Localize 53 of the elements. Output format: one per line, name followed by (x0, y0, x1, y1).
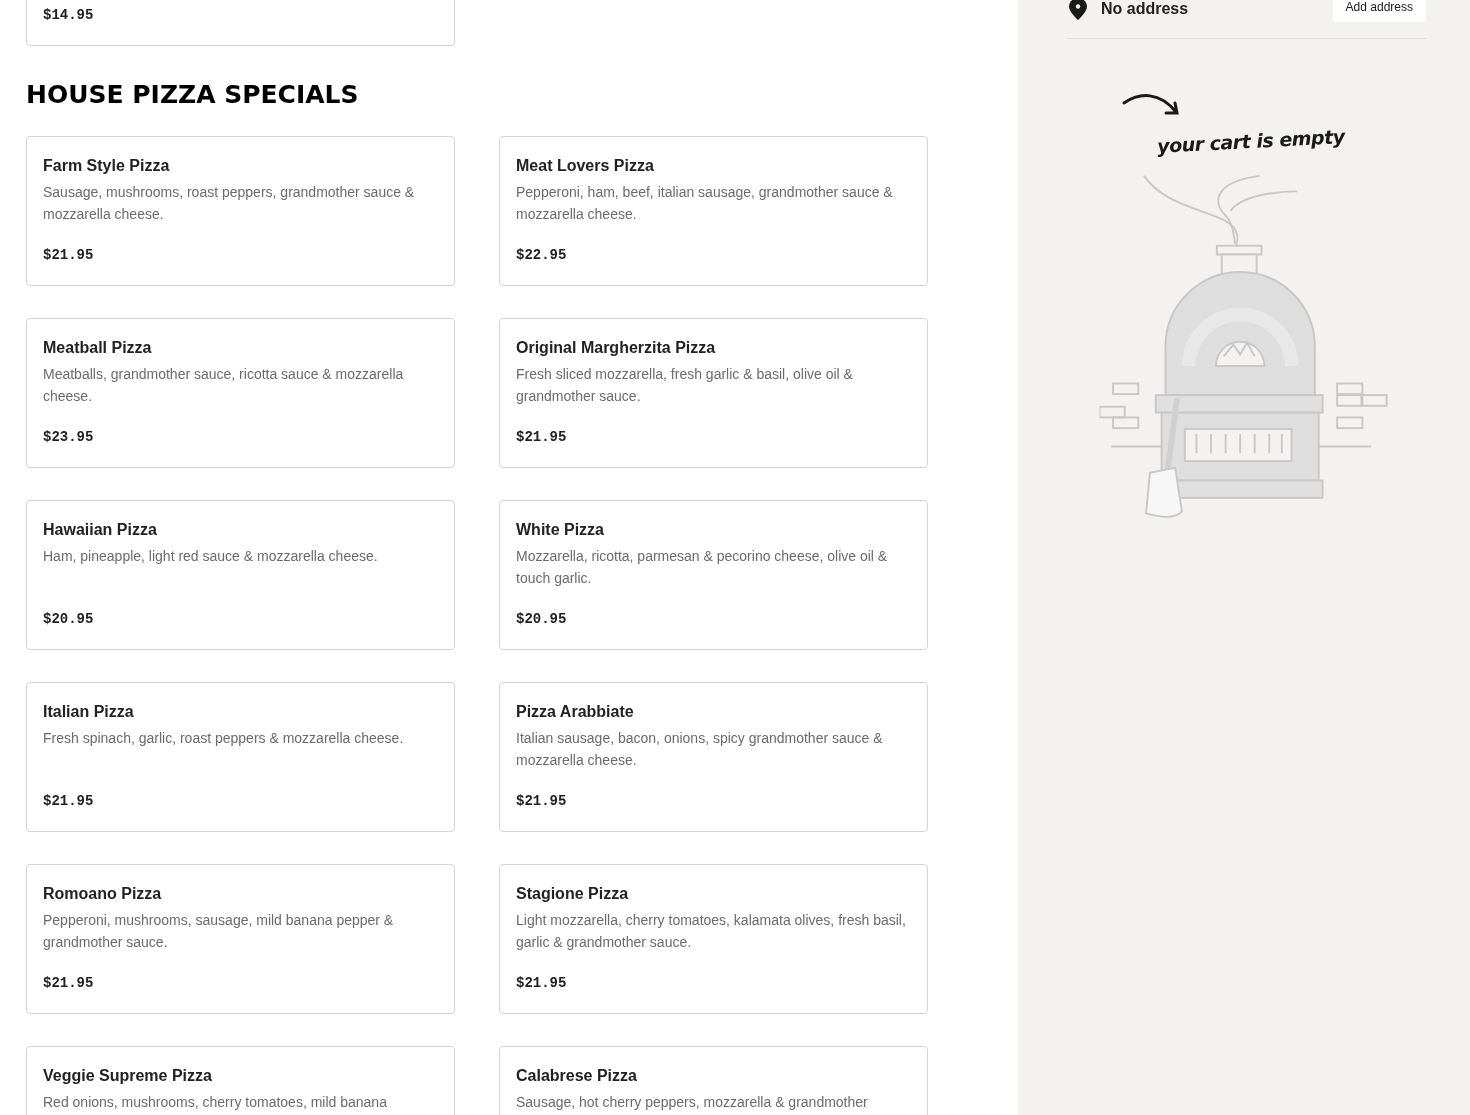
item-price: $21.95 (516, 428, 568, 447)
item-description: Ham, pineapple, light red sauce & mozzarella cheese. (43, 547, 379, 566)
item-description: Fresh spinach, garlic, roast peppers & mozzarella cheese. (43, 729, 405, 748)
item-name: Hawaiian Pizza (43, 520, 158, 540)
item-name: Italian Pizza (43, 702, 135, 722)
item-name: Farm Style Pizza (43, 156, 171, 176)
add-address-button[interactable]: Add address (1332, 0, 1426, 22)
item-name: Pizza Arabbiate (516, 702, 635, 722)
menu-item-card[interactable]: Meat Lovers Pizza Pepperoni, ham, beef, italian sausage, grandmother sauce & mozzarella cheese. $22.95 (499, 136, 928, 286)
address-text: No address (1101, 0, 1189, 19)
menu-item-card[interactable]: Meatball Pizza Meatballs, grandmother sauce, ricotta sauce & mozzarella cheese. $23.95 (26, 318, 455, 468)
section-heading: HOUSE PIZZA SPECIALS (26, 79, 360, 111)
item-name: Meat Lovers Pizza (516, 156, 655, 176)
item-description: Pepperoni, mushrooms, sausage, mild banana pepper & grandmother sauce. (43, 911, 395, 952)
menu-item-card[interactable]: Italian Pizza Fresh spinach, garlic, roast peppers & mozzarella cheese. $21.95 (26, 682, 455, 832)
menu-item-card[interactable]: White Pizza Mozzarella, ricotta, parmesan & pecorino cheese, olive oil & touch garlic. $20.95 (499, 500, 928, 650)
item-description: Meatballs, grandmother sauce, ricotta sauce & mozzarella cheese. (43, 365, 405, 406)
item-description: Sausage, mushrooms, roast peppers, grandmother sauce & mozzarella cheese. (43, 183, 416, 224)
menu-item-card[interactable]: Stagione Pizza Light mozzarella, cherry tomatoes, kalamata olives, fresh basil, garlic & grandmother sauce. $21.95 (499, 864, 928, 1014)
menu-item-card[interactable]: Veggie Supreme Pizza Red onions, mushrooms, cherry tomatoes, mild banana (26, 1046, 455, 1115)
item-price: $21.95 (43, 246, 95, 265)
menu-item-card[interactable]: $14.95 (26, 0, 455, 46)
menu-item-card[interactable]: Hawaiian Pizza Ham, pineapple, light red sauce & mozzarella cheese. $20.95 (26, 500, 455, 650)
curved-arrow-icon (1122, 92, 1180, 117)
item-description: Mozzarella, ricotta, parmesan & pecorino cheese, olive oil & touch garlic. (516, 547, 889, 588)
item-description: Sausage, hot cherry peppers, mozzarella & grandmother (516, 1093, 869, 1112)
item-name: Calabrese Pizza (516, 1066, 638, 1086)
item-price: $21.95 (43, 792, 95, 811)
item-description: Pepperoni, ham, beef, italian sausage, grandmother sauce & mozzarella cheese. (516, 183, 894, 224)
menu-item-card[interactable]: Pizza Arabbiate Italian sausage, bacon, onions, spicy grandmother sauce & mozzarella cheese. $21.95 (499, 682, 928, 832)
item-price: $14.95 (43, 6, 95, 25)
menu-item-card[interactable]: Original Margherzita Pizza Fresh sliced mozzarella, fresh garlic & basil, olive oil & grandmother sauce. $21.95 (499, 318, 928, 468)
item-name: Veggie Supreme Pizza (43, 1066, 213, 1086)
menu-item-card[interactable]: Romoano Pizza Pepperoni, mushrooms, sausage, mild banana pepper & grandmother sauce. $21.95 (26, 864, 455, 1014)
item-price: $20.95 (43, 610, 95, 629)
item-price: $21.95 (516, 974, 568, 993)
item-name: Romoano Pizza (43, 884, 163, 904)
item-name: Original Margherzita Pizza (516, 338, 717, 358)
item-price: $23.95 (43, 428, 95, 447)
item-name: Stagione Pizza (516, 884, 630, 904)
item-name: Meatball Pizza (43, 338, 153, 358)
menu-item-card[interactable]: Calabrese Pizza Sausage, hot cherry peppers, mozzarella & grandmother (499, 1046, 928, 1115)
item-description: Red onions, mushrooms, cherry tomatoes, mild banana (43, 1093, 388, 1112)
menu-item-card[interactable]: Farm Style Pizza Sausage, mushrooms, roast peppers, grandmother sauce & mozzarella cheese. $21.95 (26, 136, 455, 286)
item-description: Fresh sliced mozzarella, fresh garlic & basil, olive oil & grandmother sauce. (516, 365, 854, 406)
item-name: White Pizza (516, 520, 605, 540)
item-price: $21.95 (43, 974, 95, 993)
item-price: $21.95 (516, 792, 568, 811)
item-description: Italian sausage, bacon, onions, spicy grandmother sauce & mozzarella cheese. (516, 729, 884, 770)
item-description: Light mozzarella, cherry tomatoes, kalamata olives, fresh basil, garlic & grandmother sauce. (516, 911, 907, 952)
item-price: $22.95 (516, 246, 568, 265)
empty-cart-message: your cart is empty (1156, 124, 1346, 159)
item-price: $20.95 (516, 610, 568, 629)
